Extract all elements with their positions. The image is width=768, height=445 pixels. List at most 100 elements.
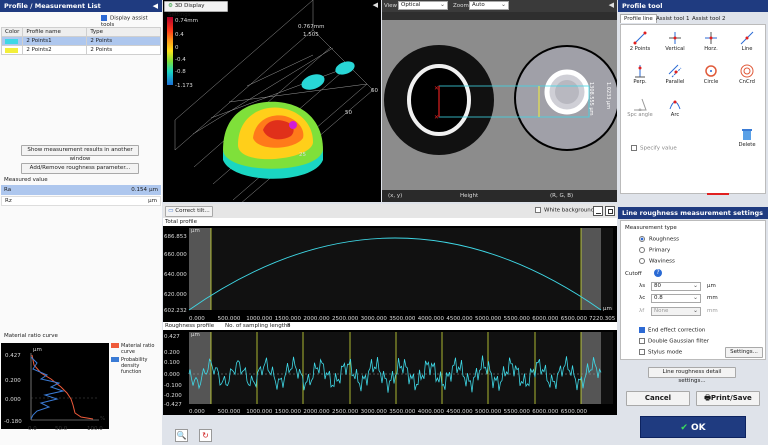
tab-assist-2[interactable]: Assist tool 2 — [690, 15, 727, 23]
tool-spc-angle[interactable]: Spc angle — [624, 97, 656, 118]
radio-primary[interactable]: Primary — [639, 247, 670, 254]
detail-settings-button[interactable]: Line roughness detail settings... — [648, 367, 736, 384]
tool-label: Spc angle — [627, 112, 653, 118]
tool-parallel[interactable]: Parallel — [659, 64, 691, 85]
lc-select[interactable]: 0.8 — [651, 294, 701, 303]
rough-ytick: -0.427 — [164, 402, 182, 408]
concentric-icon — [740, 64, 754, 78]
optical-toolbar: View Optical Zoom Auto ◀ — [382, 0, 617, 12]
circle-icon — [705, 65, 717, 77]
total-profile-panel: Total profile µm 686.853 660.000 640.000… — [163, 218, 617, 322]
scale-label: 0 — [175, 45, 179, 51]
tool-label: CnCrd — [739, 79, 755, 85]
tool-label: Delete — [738, 142, 756, 148]
print-save-button[interactable]: 🖶Print/Save — [696, 391, 760, 406]
axis-label: 60 — [371, 88, 378, 94]
print-save-label: Print/Save — [710, 394, 752, 402]
ok-button[interactable]: ✔ OK — [640, 416, 746, 438]
bottom-tools: 🔍 ↻ — [163, 415, 617, 445]
rough-ytick: 0.427 — [164, 334, 180, 340]
checkbox-icon — [639, 338, 645, 344]
check-label: Stylus mode — [648, 349, 683, 356]
rough-ytick: -0.100 — [164, 383, 182, 389]
peak2-label: 1.505 — [303, 32, 319, 38]
parallel-icon — [668, 64, 682, 78]
tool-perp[interactable]: Perp. — [624, 64, 656, 85]
end-effect-toggle[interactable]: End effect correction — [639, 327, 705, 334]
mrc-xtick: 100.0 — [87, 426, 103, 432]
scale-label: -1.173 — [175, 83, 193, 89]
view-label: View — [384, 3, 398, 9]
mrc-xtick: 0.0 — [28, 426, 37, 432]
stylus-mode-toggle[interactable]: Stylus mode — [639, 349, 682, 356]
two-points-icon — [633, 31, 647, 45]
checkbox-icon — [639, 327, 645, 333]
specify-value-toggle[interactable]: Specify value — [631, 145, 677, 152]
radio-waviness[interactable]: Waviness — [639, 258, 675, 265]
tool-label: Perp. — [633, 79, 647, 85]
perpendicular-icon — [635, 65, 645, 78]
tool-label: Vertical — [665, 46, 685, 52]
mrc-xunit: % — [100, 416, 105, 422]
zoom-select[interactable]: Auto — [469, 1, 509, 10]
white-bg-checkbox[interactable] — [535, 207, 541, 213]
tool-delete[interactable]: Delete — [731, 127, 763, 148]
measurement-type-label: Measurement type — [625, 225, 677, 231]
tool-cncrd[interactable]: CnCrd — [731, 64, 763, 85]
tab-assist-1[interactable]: Assist tool 1 — [654, 15, 691, 23]
tool-label: Line — [741, 46, 753, 52]
rough-ytick: -0.200 — [164, 393, 182, 399]
specify-value-checkbox[interactable] — [631, 145, 637, 151]
roughness-profile-panel: Roughness profile No. of sampling length… — [163, 322, 617, 415]
settings-button[interactable]: Settings... — [725, 347, 763, 358]
status-rgb: (R, G, B) — [550, 193, 574, 199]
measure-label-2: 1.0233 µm — [605, 82, 611, 109]
view-select[interactable]: Optical — [398, 1, 448, 10]
profile-toolbar: ▭ Correct tilt... White background — [163, 204, 617, 218]
optical-status-bar: (x, y) Height (R, G, B) — [382, 190, 617, 202]
scale-label: 0.74mm — [175, 18, 198, 24]
tool-horz[interactable]: Horz. — [695, 31, 727, 52]
double-gaussian-toggle[interactable]: Double Gaussian filter — [639, 338, 709, 345]
angle-icon — [634, 98, 647, 111]
total-ytick: 620.000 — [164, 292, 187, 298]
line-roughness-header: Line roughness measurement settings — [618, 207, 768, 219]
lf-select[interactable]: None — [651, 307, 701, 316]
ls-label: λs — [639, 283, 646, 289]
zoom-icon[interactable]: 🔍 — [175, 429, 188, 442]
tool-arc[interactable]: Arc — [659, 97, 691, 118]
tool-label: Circle — [703, 79, 719, 85]
tool-line[interactable]: Line — [731, 31, 763, 52]
maximize-icon[interactable] — [605, 206, 615, 216]
peak-label: 0.767mm — [298, 24, 324, 30]
total-profile-chart: µm 686.853 660.000 640.000 620.000 602.2… — [163, 226, 617, 322]
legend-label: Probability density function — [121, 357, 148, 375]
radio-roughness[interactable]: Roughness — [639, 236, 679, 243]
ls-select[interactable]: 80 — [651, 282, 701, 291]
marker-x-icon: ✕ — [434, 85, 439, 92]
sampling-label: No. of sampling lengths — [225, 323, 291, 329]
horizontal-icon — [705, 32, 717, 44]
tab-profile-line[interactable]: Profile line — [620, 14, 657, 23]
axis-label: 25 — [299, 152, 306, 158]
radio-icon — [639, 236, 645, 242]
correct-tilt-button[interactable]: ▭ Correct tilt... — [165, 206, 213, 217]
reset-icon[interactable]: ↻ — [199, 429, 212, 442]
tool-2-points[interactable]: 2 Points — [624, 31, 656, 52]
line-icon — [740, 31, 754, 45]
tool-circle[interactable]: Circle — [695, 64, 727, 85]
collapse-optical-icon[interactable]: ◀ — [609, 1, 614, 9]
status-xy: (x, y) — [388, 193, 403, 199]
rough-ytick: 0.100 — [164, 360, 180, 366]
cancel-button[interactable]: Cancel — [626, 391, 690, 406]
total-ytick: 686.853 — [164, 234, 187, 240]
help-icon[interactable]: ? — [654, 269, 662, 277]
profile-tool-header: Profile tool — [618, 0, 768, 12]
total-profile-title: Total profile — [165, 219, 197, 225]
status-height: Height — [460, 193, 479, 199]
trash-icon — [742, 129, 752, 140]
tool-vertical[interactable]: Vertical — [659, 31, 691, 52]
tool-label: Parallel — [665, 79, 685, 85]
white-background-toggle[interactable]: White background — [535, 207, 594, 214]
minimize-icon[interactable] — [593, 206, 603, 216]
